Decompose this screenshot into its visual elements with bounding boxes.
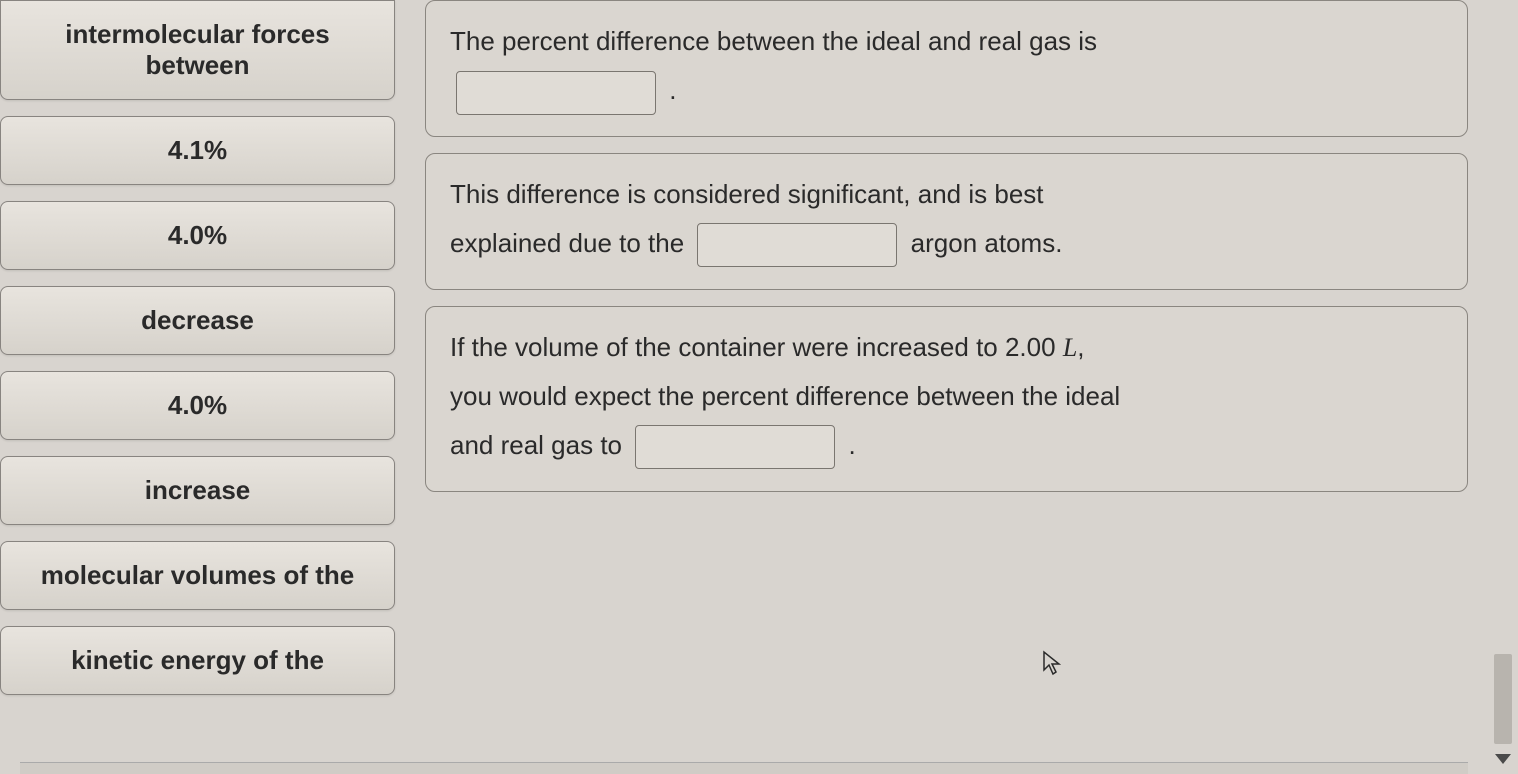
vertical-scrollbar[interactable] — [1494, 0, 1512, 774]
sentence-text: . — [669, 75, 676, 105]
sentence-text: you would expect the percent difference … — [450, 381, 1120, 411]
target-block-1: The percent difference between the ideal… — [425, 0, 1468, 137]
sentence-text: . — [848, 430, 855, 460]
sentence-text: , — [1077, 332, 1084, 362]
answer-bank: intermolecular forces between 4.1% 4.0% … — [0, 0, 395, 774]
target-area: The percent difference between the ideal… — [425, 0, 1518, 774]
question-container: intermolecular forces between 4.1% 4.0% … — [0, 0, 1518, 774]
answer-tile-increase[interactable]: increase — [0, 456, 395, 525]
drop-slot-explanation[interactable] — [697, 223, 897, 267]
answer-tile-4-0-percent-a[interactable]: 4.0% — [0, 201, 395, 270]
target-block-2: This difference is considered significan… — [425, 153, 1468, 290]
sentence-text: If the volume of the container were incr… — [450, 332, 1063, 362]
target-block-3: If the volume of the container were incr… — [425, 306, 1468, 492]
sentence-text: explained due to the — [450, 228, 684, 258]
answer-tile-kinetic-energy[interactable]: kinetic energy of the — [0, 626, 395, 695]
answer-tile-intermolecular[interactable]: intermolecular forces between — [0, 0, 395, 100]
sentence-text: The percent difference between the ideal… — [450, 26, 1097, 56]
drop-slot-change[interactable] — [635, 425, 835, 469]
sentence-text: and real gas to — [450, 430, 622, 460]
answer-tile-molecular-volumes[interactable]: molecular volumes of the — [0, 541, 395, 610]
drop-slot-percent-diff[interactable] — [456, 71, 656, 115]
answer-tile-4-0-percent-b[interactable]: 4.0% — [0, 371, 395, 440]
sentence-text: argon atoms. — [911, 228, 1063, 258]
sentence-text: This difference is considered significan… — [450, 179, 1044, 209]
answer-tile-4-1-percent[interactable]: 4.1% — [0, 116, 395, 185]
answer-tile-decrease[interactable]: decrease — [0, 286, 395, 355]
scroll-thumb[interactable] — [1494, 654, 1512, 744]
scroll-down-arrow-icon[interactable] — [1495, 754, 1511, 764]
bottom-panel-edge — [20, 762, 1468, 774]
unit-liter: L — [1063, 333, 1077, 362]
